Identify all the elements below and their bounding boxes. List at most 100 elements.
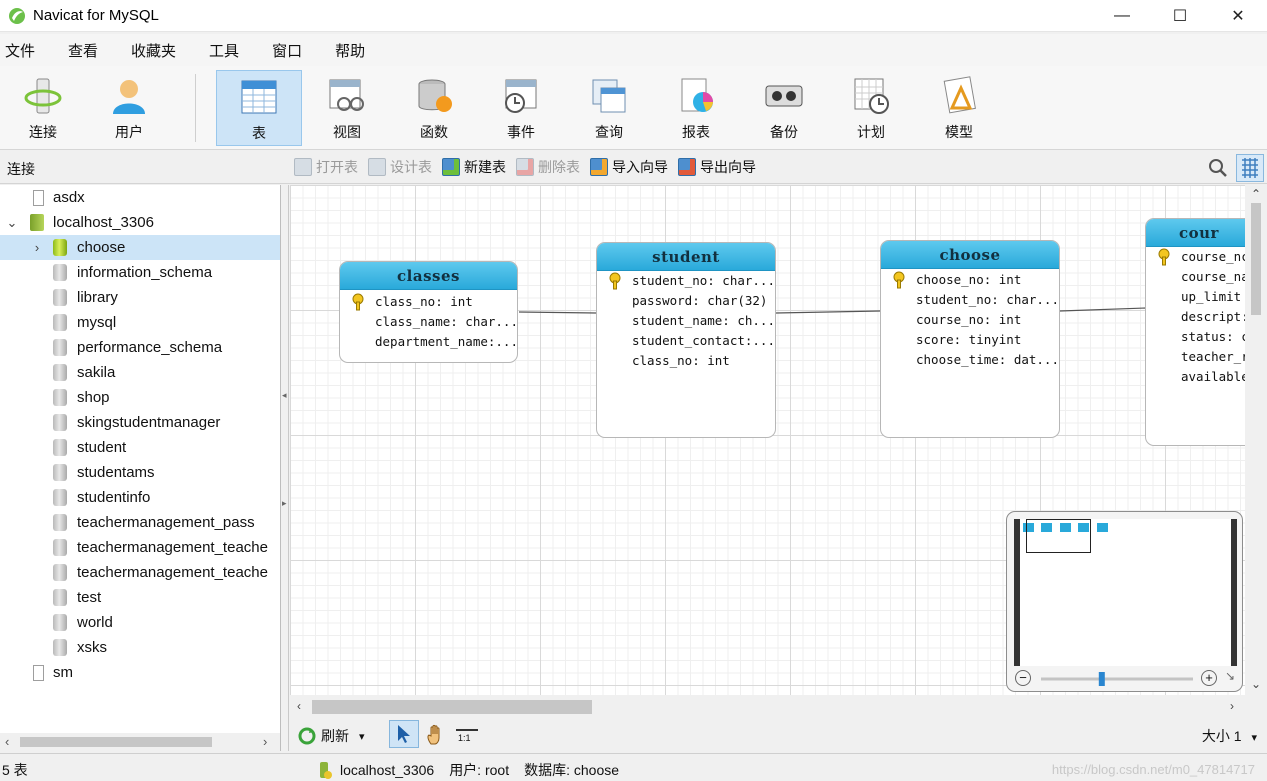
- expand-icon[interactable]: ›: [30, 240, 44, 255]
- erd-field[interactable]: descript:: [1146, 307, 1245, 327]
- maximize-button[interactable]: ☐: [1151, 0, 1209, 32]
- tree-item-database[interactable]: world: [0, 610, 280, 635]
- er-diagram-view-toggle[interactable]: [1236, 154, 1264, 182]
- refresh-dropdown-icon[interactable]: ▾: [359, 730, 365, 743]
- erd-field[interactable]: class_name: char...: [340, 312, 517, 332]
- tree-item-database[interactable]: teachermanagement_pass: [0, 510, 280, 535]
- tree-item-database[interactable]: performance_schema: [0, 335, 280, 360]
- toolbar-connection-button[interactable]: 连接: [0, 70, 86, 146]
- erd-field[interactable]: class_no: int: [597, 351, 775, 371]
- scroll-down-icon[interactable]: ⌄: [1251, 677, 1261, 691]
- toolbar-query-button[interactable]: 查询: [566, 70, 652, 146]
- erd-field[interactable]: choose_no: int: [881, 270, 1059, 290]
- toolbar-function-button[interactable]: 函数: [391, 70, 477, 146]
- erd-field[interactable]: course_no: int: [881, 310, 1059, 330]
- sidebar-horizontal-scrollbar[interactable]: ‹ ›: [0, 733, 281, 751]
- close-button[interactable]: ✕: [1209, 0, 1267, 32]
- pan-tool-button[interactable]: [425, 724, 447, 749]
- erd-field[interactable]: department_name:...: [340, 332, 517, 352]
- erd-field[interactable]: course_nc: [1146, 247, 1245, 267]
- tree-item-database[interactable]: studentams: [0, 460, 280, 485]
- scroll-right-icon[interactable]: ›: [263, 734, 267, 749]
- erd-table-student[interactable]: student student_no: char... password: ch…: [596, 242, 776, 438]
- tree-item-database[interactable]: shop: [0, 385, 280, 410]
- menu-help[interactable]: 帮助: [330, 40, 365, 61]
- zoom-in-icon[interactable]: +: [1201, 670, 1217, 686]
- import-wizard-button[interactable]: 导入向导: [590, 157, 668, 177]
- minimize-button[interactable]: —: [1093, 0, 1151, 32]
- select-tool-button[interactable]: [389, 720, 419, 748]
- tree-item-choose[interactable]: › choose: [0, 235, 280, 260]
- scroll-right-icon[interactable]: ›: [1230, 699, 1234, 713]
- erd-field[interactable]: score: tinyint: [881, 330, 1059, 350]
- delete-table-button[interactable]: 删除表: [516, 157, 580, 177]
- tree-item-database[interactable]: studentinfo: [0, 485, 280, 510]
- toolbar-backup-button[interactable]: 备份: [741, 70, 827, 146]
- canvas-vertical-scrollbar[interactable]: ⌃ ⌄: [1245, 185, 1267, 695]
- scrollbar-thumb[interactable]: [1251, 203, 1261, 315]
- page-size-selector[interactable]: 大小 1 ▾: [1202, 726, 1257, 746]
- erd-field[interactable]: status: c: [1146, 327, 1245, 347]
- open-table-button[interactable]: 打开表: [294, 157, 358, 177]
- toolbar-model-button[interactable]: 模型: [916, 70, 1002, 146]
- canvas-horizontal-scrollbar[interactable]: ‹ ›: [290, 695, 1245, 717]
- tree-item-database[interactable]: library: [0, 285, 280, 310]
- erd-field[interactable]: available: [1146, 367, 1245, 387]
- erd-table-choose[interactable]: choose choose_no: int student_no: char..…: [880, 240, 1060, 438]
- tree-item-database[interactable]: mysql: [0, 310, 280, 335]
- navigator-viewport[interactable]: [1026, 519, 1091, 553]
- tree-item-database[interactable]: test: [0, 585, 280, 610]
- erd-field[interactable]: choose_time: dat...: [881, 350, 1059, 370]
- erd-field[interactable]: up_limit: [1146, 287, 1245, 307]
- erd-field[interactable]: course_na: [1146, 267, 1245, 287]
- erd-field[interactable]: class_no: int: [340, 292, 517, 312]
- toolbar-event-button[interactable]: 事件: [478, 70, 564, 146]
- erd-field[interactable]: student_name: ch...: [597, 311, 775, 331]
- search-icon[interactable]: [1208, 158, 1228, 178]
- toolbar-report-button[interactable]: 报表: [653, 70, 739, 146]
- resize-grip-icon[interactable]: ↘: [1225, 669, 1235, 683]
- tree-item-localhost[interactable]: ⌄ localhost_3306: [0, 210, 280, 235]
- export-wizard-button[interactable]: 导出向导: [678, 157, 756, 177]
- new-table-button[interactable]: 新建表: [442, 157, 506, 177]
- scroll-left-icon[interactable]: ‹: [5, 734, 9, 749]
- scrollbar-thumb[interactable]: [312, 700, 592, 714]
- tree-item-database[interactable]: skingstudentmanager: [0, 410, 280, 435]
- panel-splitter[interactable]: ◂ ▸: [281, 185, 289, 751]
- collapse-right-icon[interactable]: ▸: [282, 498, 287, 512]
- toolbar-schedule-button[interactable]: 计划: [828, 70, 914, 146]
- erd-field[interactable]: password: char(32): [597, 291, 775, 311]
- menu-favorites[interactable]: 收藏夹: [126, 40, 176, 61]
- scroll-left-icon[interactable]: ‹: [297, 699, 301, 713]
- design-table-button[interactable]: 设计表: [368, 157, 432, 177]
- tree-item-database[interactable]: sakila: [0, 360, 280, 385]
- scrollbar-thumb[interactable]: [20, 737, 212, 747]
- tree-item-database[interactable]: student: [0, 435, 280, 460]
- menu-view[interactable]: 查看: [63, 40, 98, 61]
- collapse-left-icon[interactable]: ◂: [282, 390, 287, 404]
- erd-field[interactable]: student_contact:...: [597, 331, 775, 351]
- scroll-up-icon[interactable]: ⌃: [1251, 187, 1261, 201]
- menu-tools[interactable]: 工具: [204, 40, 239, 61]
- toolbar-view-button[interactable]: 视图: [304, 70, 390, 146]
- menu-window[interactable]: 窗口: [267, 40, 302, 61]
- diagram-navigator[interactable]: − + ↘: [1006, 511, 1243, 692]
- tree-item-database[interactable]: teachermanagement_teache: [0, 560, 280, 585]
- erd-table-classes[interactable]: classes class_no: int class_name: char..…: [339, 261, 518, 363]
- tree-item-database[interactable]: information_schema: [0, 260, 280, 285]
- erd-table-course[interactable]: cour course_nc course_na up_limit descri…: [1145, 218, 1245, 446]
- tree-item-asdx[interactable]: asdx: [0, 185, 280, 210]
- erd-field[interactable]: teacher_r: [1146, 347, 1245, 367]
- menu-file[interactable]: 文件: [0, 40, 35, 61]
- tree-item-database[interactable]: teachermanagement_teache: [0, 535, 280, 560]
- refresh-button[interactable]: 刷新 ▾: [298, 726, 365, 746]
- tree-item-database[interactable]: xsks: [0, 635, 280, 660]
- navigator-preview[interactable]: [1014, 519, 1237, 666]
- actual-size-button[interactable]: 1:1: [456, 726, 478, 744]
- erd-field[interactable]: student_no: char...: [597, 271, 775, 291]
- zoom-out-icon[interactable]: −: [1015, 670, 1031, 686]
- tree-item-sm[interactable]: sm: [0, 660, 280, 685]
- erd-field[interactable]: student_no: char...: [881, 290, 1059, 310]
- toolbar-user-button[interactable]: 用户: [86, 70, 172, 146]
- collapse-icon[interactable]: ⌄: [5, 215, 19, 231]
